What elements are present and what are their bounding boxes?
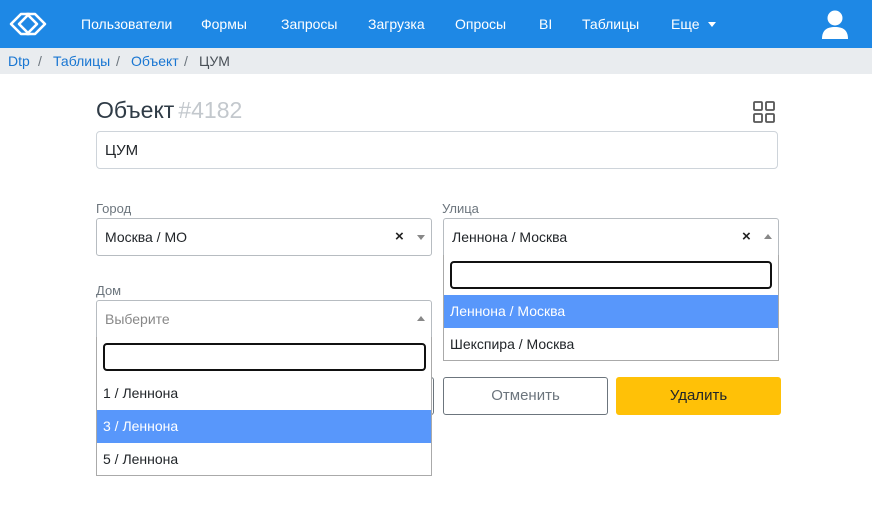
house-option[interactable]: 5 / Леннона [97,443,431,476]
city-clear-icon[interactable]: × [395,219,404,255]
page-title-text: Объект [96,97,175,123]
street-search-input[interactable] [450,261,772,289]
chevron-up-icon [417,316,425,321]
house-select[interactable]: Выберите [96,300,432,338]
nav-item-requests[interactable]: Запросы [281,0,337,48]
house-option[interactable]: 3 / Леннона [97,410,431,443]
nav-item-polls[interactable]: Опросы [455,0,506,48]
chevron-down-icon [707,22,716,27]
street-label: Улица [442,201,479,216]
chevron-down-icon [417,235,425,240]
nav-item-bi[interactable]: BI [539,0,552,48]
grid-icon[interactable] [752,100,776,124]
logo-icon[interactable] [8,10,48,38]
nav-item-more[interactable]: Еще [671,0,716,48]
house-option[interactable]: 1 / Леннона [97,377,431,410]
page-title: Объект #4182 [96,96,242,124]
street-clear-icon[interactable]: × [742,219,751,255]
street-dropdown: Леннона / Москва Шекспира / Москва [443,255,779,361]
street-select[interactable]: Леннона / Москва × [443,218,779,256]
top-navbar: Пользователи Формы Запросы Загрузка Опро… [0,0,872,48]
delete-button[interactable]: Удалить [616,377,781,415]
cancel-button[interactable]: Отменить [443,377,608,415]
house-search-input[interactable] [103,343,426,371]
breadcrumb-separator: / [116,53,120,69]
nav-more-label: Еще [671,16,700,32]
breadcrumb-separator: / [38,53,42,69]
city-select[interactable]: Москва / МО × [96,218,432,256]
city-label: Город [96,201,132,216]
nav-item-forms[interactable]: Формы [201,0,247,48]
breadcrumb-link-dtp[interactable]: Dtp [8,48,30,74]
breadcrumb: Dtp / Таблицы / Объект / ЦУМ [0,48,872,74]
nav-item-tables[interactable]: Таблицы [582,0,639,48]
breadcrumb-link-object[interactable]: Объект [131,48,179,74]
house-dropdown: 1 / Леннона 3 / Леннона 5 / Леннона [96,337,432,476]
chevron-up-icon [764,234,772,239]
breadcrumb-separator: / [184,53,188,69]
object-name-input[interactable] [96,131,778,169]
house-label: Дом [96,283,122,298]
user-icon[interactable] [820,9,850,39]
nav-item-users[interactable]: Пользователи [81,0,172,48]
nav-item-upload[interactable]: Загрузка [368,0,425,48]
breadcrumb-current: ЦУМ [199,53,230,69]
object-id: #4182 [178,97,243,123]
city-selected-value: Москва / МО [105,229,188,245]
street-option[interactable]: Шекспира / Москва [444,328,778,361]
house-placeholder: Выберите [105,311,170,327]
breadcrumb-link-tables[interactable]: Таблицы [53,48,110,74]
street-selected-value: Леннона / Москва [452,229,568,245]
street-option[interactable]: Леннона / Москва [444,295,778,328]
